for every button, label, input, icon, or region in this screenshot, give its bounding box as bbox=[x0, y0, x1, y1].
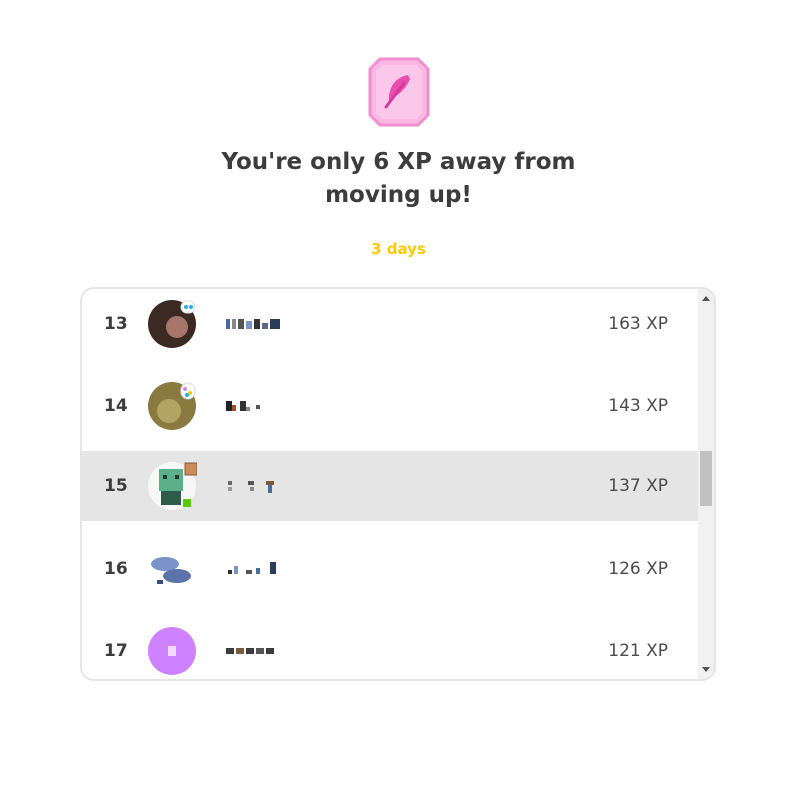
xp-value: 121 XP bbox=[608, 641, 668, 661]
leaderboard: 13 163 XP 14 143 XP 15 137 XP 16 126 XP … bbox=[80, 287, 716, 681]
user-avatar[interactable] bbox=[147, 544, 197, 594]
xp-value: 137 XP bbox=[608, 476, 668, 496]
scroll-up-arrow-icon[interactable] bbox=[698, 295, 714, 303]
leaderboard-row[interactable]: 16 126 XP bbox=[82, 534, 700, 604]
leaderboard-row[interactable]: 13 163 XP bbox=[82, 289, 700, 359]
username-pixelated bbox=[226, 401, 260, 411]
leaderboard-row[interactable]: 14 143 XP bbox=[82, 371, 700, 441]
user-avatar[interactable] bbox=[147, 381, 197, 431]
time-remaining: 3 days bbox=[371, 240, 426, 258]
league-badge-icon bbox=[368, 57, 430, 127]
user-avatar[interactable] bbox=[147, 626, 197, 676]
xp-value: 163 XP bbox=[608, 314, 668, 334]
rank-number: 14 bbox=[104, 396, 128, 416]
username-pixelated bbox=[226, 319, 280, 329]
page-title: You're only 6 XP away from moving up! bbox=[221, 149, 576, 208]
user-avatar[interactable] bbox=[147, 461, 197, 511]
rank-number: 16 bbox=[104, 559, 128, 579]
scrollbar-thumb[interactable] bbox=[700, 451, 712, 506]
rank-number: 17 bbox=[104, 641, 128, 661]
leaderboard-row[interactable]: 17 121 XP bbox=[82, 616, 700, 679]
xp-value: 143 XP bbox=[608, 396, 668, 416]
leaderboard-scrollbar[interactable] bbox=[698, 289, 714, 679]
username-pixelated bbox=[228, 562, 276, 574]
xp-value: 126 XP bbox=[608, 559, 668, 579]
user-avatar[interactable] bbox=[147, 299, 197, 349]
scroll-down-arrow-icon[interactable] bbox=[698, 665, 714, 673]
username-pixelated bbox=[228, 481, 274, 493]
rank-number: 13 bbox=[104, 314, 128, 334]
leaderboard-row-current-user[interactable]: 15 137 XP bbox=[82, 451, 700, 521]
rank-number: 15 bbox=[104, 476, 128, 496]
username-pixelated bbox=[226, 648, 274, 654]
